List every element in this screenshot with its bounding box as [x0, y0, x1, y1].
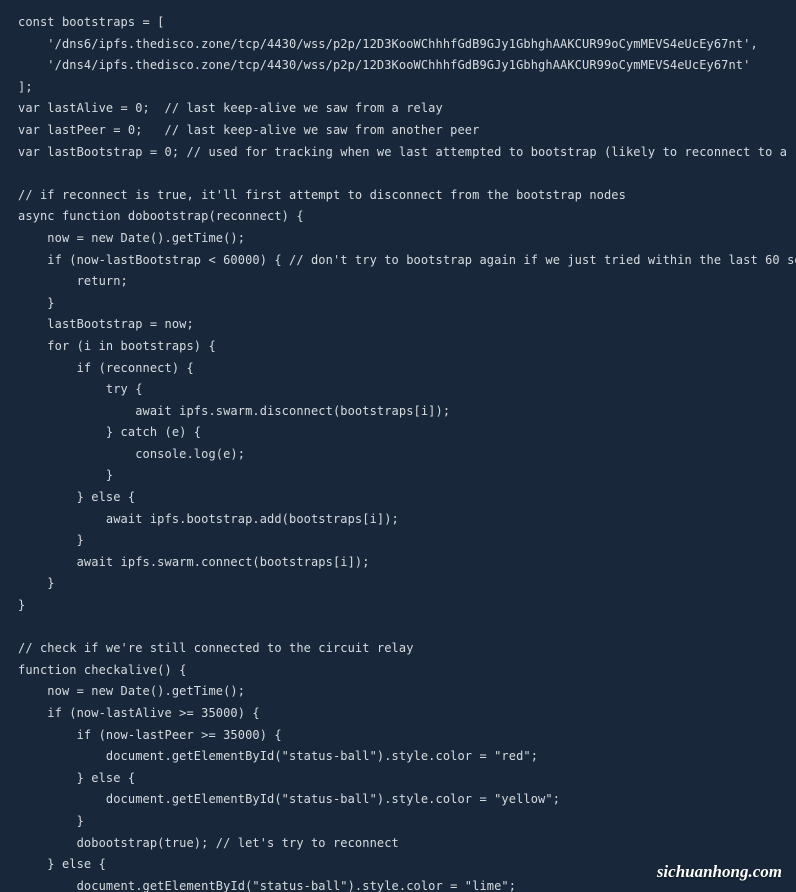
watermark-text: sichuanhong.com — [657, 862, 782, 882]
code-block: const bootstraps = [ '/dns6/ipfs.thedisc… — [0, 0, 796, 892]
